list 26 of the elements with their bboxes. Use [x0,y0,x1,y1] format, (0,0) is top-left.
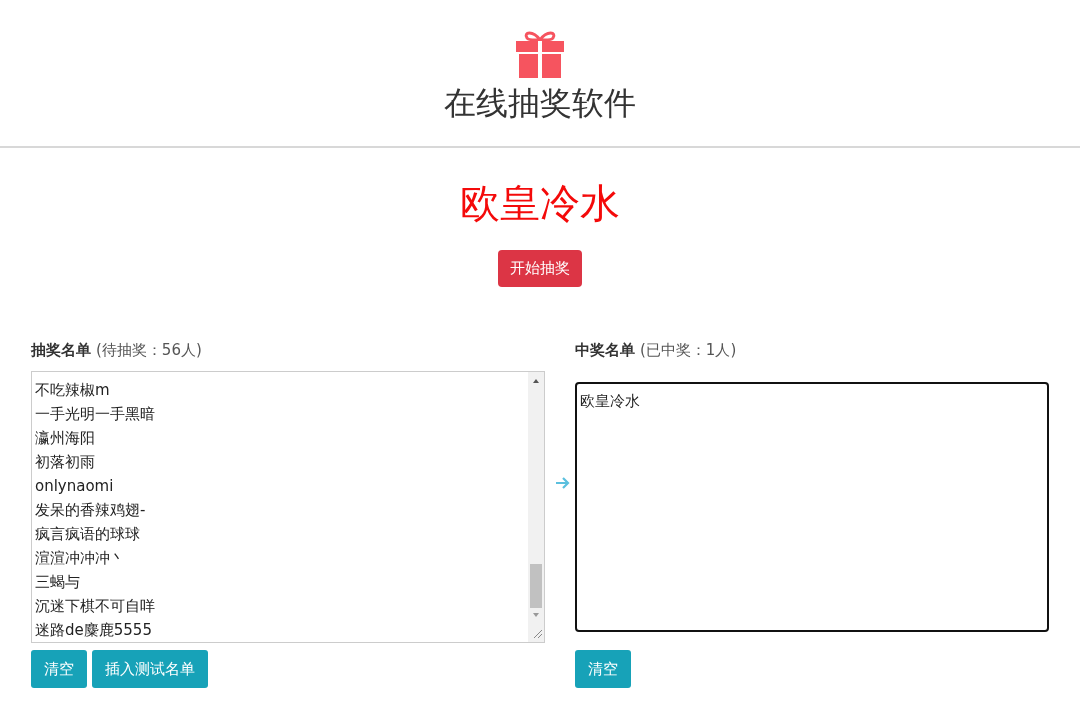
clear-button[interactable]: 清空 [575,650,631,688]
participant-name: 渲渲冲冲冲丶 [35,548,126,569]
winner-list-field[interactable]: 欧皇冷水 [575,382,1049,632]
participant-name: onlynaomi [35,476,115,497]
participant-name: 发呆的香辣鸡翅- [35,500,147,521]
participant-list-field[interactable]: 不吃辣椒m 一手光明一手黑暗 瀛州海阳 初落初雨 onlynaomi 发呆的香辣鸡翅- 疯言疯语的球球 渲渲冲冲冲丶 三蝎与 沉迷下棋不可自咩 迷路de麋鹿5555 [31,371,545,643]
participant-name: 三蝎与 [35,572,81,593]
start-draw-button[interactable]: 开始抽奖 [498,250,582,287]
scrollbar[interactable] [528,372,544,642]
app-title: 在线抽奖软件 [444,83,636,124]
participant-name: 不吃辣椒m [35,380,111,401]
insert-test-list-button[interactable]: 插入测试名单 [92,650,208,688]
pool-count: (待抽奖：56人) [96,341,202,360]
participant-name: 初落初雨 [35,452,96,473]
pool-label: 抽奖名单 [31,341,91,360]
participant-name: 疯言疯语的球球 [35,524,141,545]
participant-name: 一手光明一手黑暗 [35,404,156,425]
participant-name: 沉迷下棋不可自咩 [35,596,156,617]
winner-name: 欧皇冷水 [460,179,620,228]
arrow-right-icon [555,476,571,490]
participant-name: 迷路de麋鹿5555 [35,620,153,641]
clear-button[interactable]: 清空 [31,650,87,688]
winner-entry: 欧皇冷水 [580,392,640,410]
winners-label: 中奖名单 [575,341,635,360]
winners-count: (已中奖：1人) [640,341,737,360]
participant-name: 瀛州海阳 [35,428,96,449]
